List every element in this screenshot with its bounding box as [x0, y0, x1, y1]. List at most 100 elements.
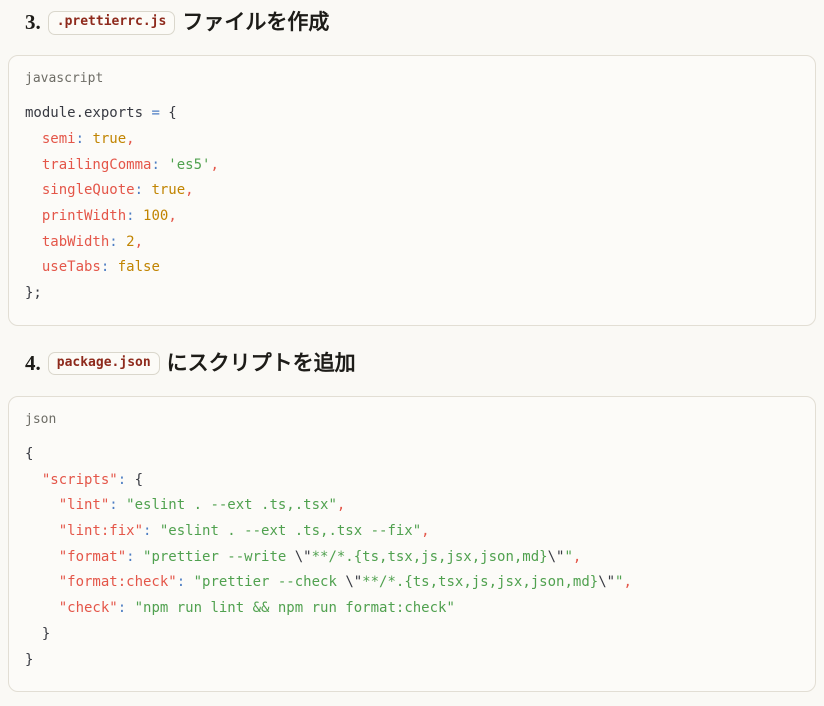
document: 3. .prettierrc.js ファイルを作成 javascript mod…: [8, 10, 816, 692]
code-token: [25, 157, 42, 173]
code-token: =: [151, 105, 159, 121]
code-token: [25, 234, 42, 250]
code-token: useTabs: [42, 259, 101, 275]
code-token: :: [109, 234, 126, 250]
code-token: ": [564, 549, 572, 565]
heading-text: にスクリプトを追加: [167, 351, 356, 375]
code-token: {: [135, 472, 143, 488]
code-token: "check": [59, 600, 118, 616]
code-line: trailingComma: 'es5',: [25, 153, 799, 179]
code-token: 100: [143, 208, 168, 224]
code-token: "eslint . --ext .ts,.tsx": [126, 497, 337, 513]
code-token: "format": [59, 549, 126, 565]
code-content: { "scripts": { "lint": "eslint . --ext .…: [25, 442, 799, 673]
code-token: :: [126, 549, 143, 565]
code-token: true: [151, 182, 185, 198]
code-token: [25, 497, 59, 513]
code-line: {: [25, 442, 799, 468]
code-content: module.exports = { semi: true, trailingC…: [25, 101, 799, 307]
code-block-javascript: javascript module.exports = { semi: true…: [8, 55, 816, 326]
code-line: "lint": "eslint . --ext .ts,.tsx",: [25, 493, 799, 519]
code-token: };: [25, 285, 42, 301]
code-token: "format:check": [59, 574, 177, 590]
code-token: trailingComma: [42, 157, 152, 173]
code-token: [25, 259, 42, 275]
section-heading: 3. .prettierrc.js ファイルを作成: [25, 10, 816, 34]
code-line: tabWidth: 2,: [25, 230, 799, 256]
code-line: useTabs: false: [25, 255, 799, 281]
code-token: [25, 472, 42, 488]
heading-number: 4.: [25, 351, 41, 375]
code-token: :: [126, 208, 143, 224]
code-line: }: [25, 648, 799, 674]
code-token: ,: [126, 131, 134, 147]
code-token: tabWidth: [42, 234, 109, 250]
code-token: :: [76, 131, 93, 147]
code-token: ,: [573, 549, 581, 565]
code-block-json: json { "scripts": { "lint": "eslint . --…: [8, 396, 816, 692]
code-token: \": [345, 574, 362, 590]
code-token: [25, 182, 42, 198]
code-token: 'es5': [168, 157, 210, 173]
code-token: semi: [42, 131, 76, 147]
code-token: ,: [623, 574, 631, 590]
code-token: ,: [135, 234, 143, 250]
code-token: \": [295, 549, 312, 565]
code-token: }: [25, 626, 50, 642]
code-language-label: json: [25, 411, 799, 429]
code-token: [25, 574, 59, 590]
code-line: "format": "prettier --write \"**/*.{ts,t…: [25, 545, 799, 571]
code-token: \": [598, 574, 615, 590]
code-line: "lint:fix": "eslint . --ext .ts,.tsx --f…: [25, 519, 799, 545]
code-token: 2: [126, 234, 134, 250]
code-token: [25, 600, 59, 616]
heading-number: 3.: [25, 10, 41, 34]
code-line: singleQuote: true,: [25, 178, 799, 204]
section-package-json: 4. package.json にスクリプトを追加 json { "script…: [8, 351, 816, 692]
code-token: }: [25, 652, 33, 668]
code-token: "lint:fix": [59, 523, 143, 539]
code-token: ,: [185, 182, 193, 198]
code-token: "lint": [59, 497, 110, 513]
code-token: module.exports: [25, 105, 151, 121]
code-token: ,: [421, 523, 429, 539]
code-token: "scripts": [42, 472, 118, 488]
section-prettierrc: 3. .prettierrc.js ファイルを作成 javascript mod…: [8, 10, 816, 326]
code-token: printWidth: [42, 208, 126, 224]
code-line: printWidth: 100,: [25, 204, 799, 230]
code-line: semi: true,: [25, 127, 799, 153]
code-language-label: javascript: [25, 70, 799, 88]
code-token: "npm run lint && npm run format:check": [135, 600, 455, 616]
code-line: "format:check": "prettier --check \"**/*…: [25, 570, 799, 596]
code-token: "prettier --write: [143, 549, 295, 565]
section-heading: 4. package.json にスクリプトを追加: [25, 351, 816, 375]
code-token: [25, 549, 59, 565]
code-token: [25, 523, 59, 539]
code-token: **/*.{ts,tsx,js,jsx,json,md}: [312, 549, 548, 565]
code-line: };: [25, 281, 799, 307]
code-token: false: [118, 259, 160, 275]
code-token: ,: [168, 208, 176, 224]
code-token: :: [143, 523, 160, 539]
code-token: :: [101, 259, 118, 275]
code-token: :: [151, 157, 168, 173]
heading-text: ファイルを作成: [182, 10, 329, 34]
code-token: [25, 131, 42, 147]
code-token: :: [118, 472, 135, 488]
code-line: "check": "npm run lint && npm run format…: [25, 596, 799, 622]
code-token: ,: [337, 497, 345, 513]
code-token: :: [177, 574, 194, 590]
code-token: \": [548, 549, 565, 565]
code-token: ,: [210, 157, 218, 173]
code-line: }: [25, 622, 799, 648]
code-token: "eslint . --ext .ts,.tsx --fix": [160, 523, 421, 539]
code-line: "scripts": {: [25, 468, 799, 494]
code-token: true: [92, 131, 126, 147]
inline-code-pill: .prettierrc.js: [48, 11, 176, 34]
code-token: "prettier --check: [194, 574, 346, 590]
inline-code-pill: package.json: [48, 352, 160, 375]
code-token: [25, 208, 42, 224]
code-token: :: [109, 497, 126, 513]
code-token: {: [160, 105, 177, 121]
code-token: :: [118, 600, 135, 616]
